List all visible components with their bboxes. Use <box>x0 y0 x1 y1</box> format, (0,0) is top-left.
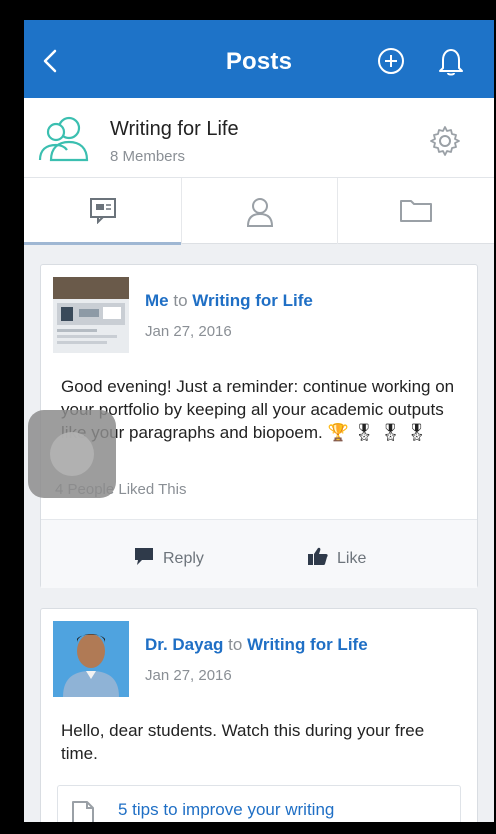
post-text: Hello, dear students. Watch this during … <box>61 721 425 763</box>
post-actions: Reply Like <box>41 520 477 588</box>
post-author-line: Me to Writing for Life <box>145 291 313 311</box>
group-members-count: 8 Members <box>110 148 186 165</box>
comment-icon <box>135 548 153 565</box>
post-author-line: Dr. Dayag to Writing for Life <box>145 635 368 655</box>
reply-label: Reply <box>163 550 204 567</box>
tab-posts[interactable] <box>24 178 181 245</box>
post-group-link[interactable]: Writing for Life <box>192 291 313 310</box>
group-header[interactable]: Writing for Life 8 Members <box>24 98 494 178</box>
posts-icon <box>89 198 116 224</box>
bell-icon[interactable] <box>434 44 468 78</box>
thumbs-up-icon <box>308 547 328 565</box>
tab-members[interactable] <box>181 178 338 244</box>
active-tab-indicator <box>24 242 181 245</box>
like-label: Like <box>337 550 367 567</box>
to-label: to <box>228 635 243 654</box>
users-icon <box>38 116 89 162</box>
post-emojis: 🏆 🎖 🎖 🎖 <box>327 423 428 442</box>
post-card: Dr. Dayag to Writing for Life Jan 27, 20… <box>40 608 478 822</box>
document-icon <box>72 801 94 822</box>
link-title: 5 tips to improve your writing <box>118 800 335 819</box>
post-date: Jan 27, 2016 <box>145 323 232 340</box>
post-author[interactable]: Dr. Dayag <box>145 635 223 654</box>
avatar-photo <box>53 621 129 697</box>
group-tabs <box>24 178 494 245</box>
gear-icon[interactable] <box>428 124 462 158</box>
avatar[interactable] <box>53 621 129 697</box>
link-preview[interactable]: 5 tips to improve your writing <box>57 785 461 822</box>
plus-circle-icon[interactable] <box>376 46 406 76</box>
post-author[interactable]: Me <box>145 291 169 310</box>
like-button[interactable]: Like <box>307 546 366 568</box>
reply-button[interactable]: Reply <box>133 546 204 568</box>
page-title: Posts <box>225 48 293 75</box>
avatar[interactable] <box>53 277 129 353</box>
user-icon <box>246 198 273 227</box>
top-bar: Posts <box>24 20 494 98</box>
post-group-link[interactable]: Writing for Life <box>247 635 368 654</box>
post-date: Jan 27, 2016 <box>145 667 232 684</box>
folder-icon <box>399 200 432 222</box>
assistive-touch-dot <box>50 432 94 476</box>
post-body: Good evening! Just a reminder: continue … <box>61 375 465 444</box>
app-screen: Posts Writing for Life 8 Members Me to W… <box>24 20 494 822</box>
to-label: to <box>173 291 188 310</box>
tab-files[interactable] <box>337 178 494 244</box>
avatar-photo <box>53 277 129 353</box>
group-name: Writing for Life <box>110 118 239 140</box>
assistive-touch-button[interactable] <box>28 410 116 498</box>
